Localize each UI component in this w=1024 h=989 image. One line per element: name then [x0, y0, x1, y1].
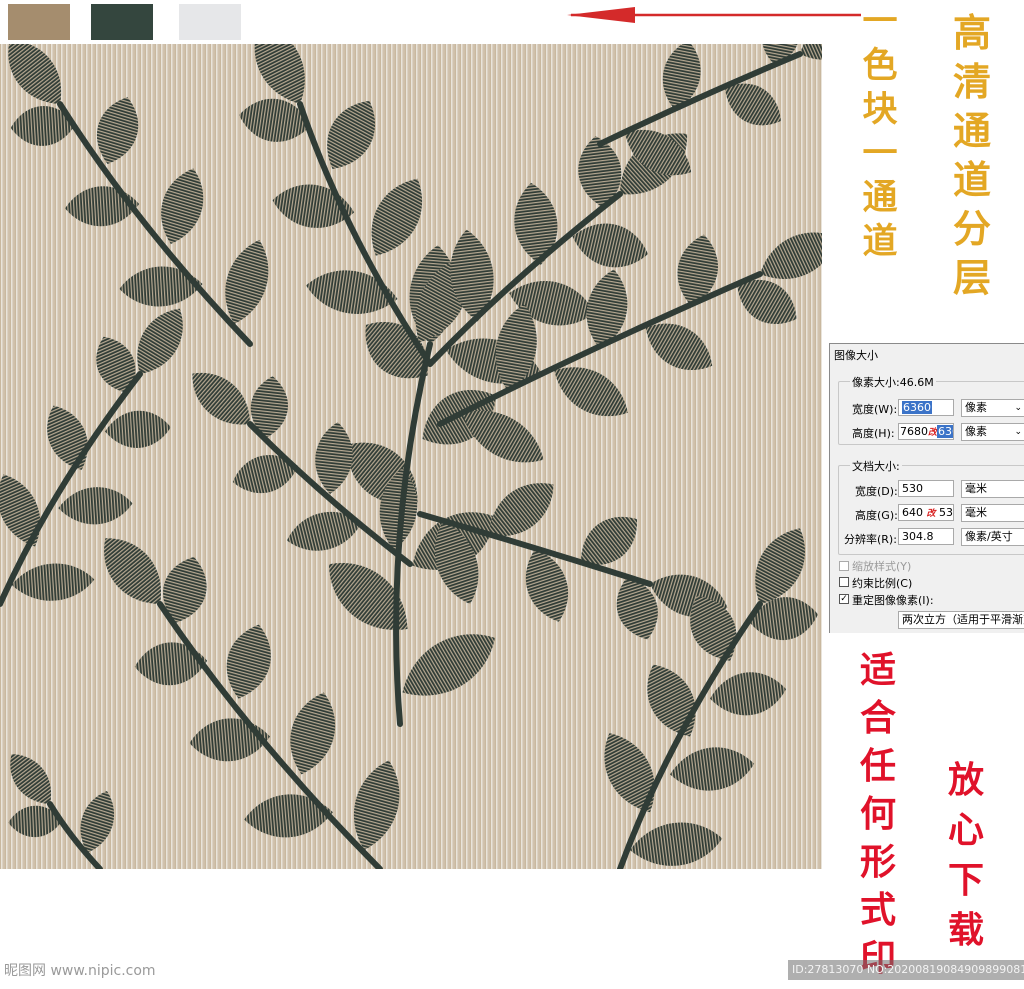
caption-char: 何 [859, 793, 896, 835]
width-value: 6360 [902, 401, 932, 414]
resolution-label: 分辨率(R): [844, 533, 897, 546]
chevron-down-icon: ⌄ [1014, 403, 1022, 413]
caption-char: 道 [862, 221, 898, 262]
watermark-site: 昵图网 www.nipic.com [4, 963, 156, 979]
resolution-unit: 像素/英寸 [965, 530, 1013, 543]
doc-height-value-old: 640 [902, 506, 923, 519]
dialog-title: 图像大小 [834, 349, 878, 362]
caption-char: 载 [947, 909, 984, 951]
scale-styles-checkbox[interactable] [839, 561, 849, 571]
resolution-input[interactable]: 304.8 [898, 528, 954, 545]
watermark-id: ID:27813070 NO:20200819084909899081 [788, 960, 1024, 980]
scale-styles-label: 缩放样式(Y) [852, 560, 912, 573]
caption-any-print: 适合任何形式印 [856, 652, 900, 982]
color-swatch-light-gray [179, 4, 241, 40]
height-value-new: 6360 [937, 425, 953, 438]
height-input[interactable]: 7680改6360 [898, 423, 954, 440]
caption-char: 放 [947, 759, 984, 801]
image-size-dialog: 图像大小 像素大小:46.6M 宽度(W): 6360 像素 ⌄ 高度(H): 7… [829, 343, 1024, 633]
doc-height-label: 高度(G): [855, 509, 898, 522]
caption-char: 一 [862, 133, 898, 174]
left-arrow-icon [567, 7, 861, 23]
resolution-value: 304.8 [902, 530, 934, 543]
caption-hd-channel-layers: 高清通道分层 [950, 14, 994, 304]
caption-char: 形 [859, 841, 896, 883]
doc-height-unit: 毫米 [965, 506, 987, 519]
caption-char: 清 [952, 59, 991, 104]
doc-width-unit: 毫米 [965, 482, 987, 495]
caption-char: 通 [862, 177, 898, 218]
doc-width-label: 宽度(D): [855, 485, 898, 498]
caption-download-safe: 放心下载 [944, 762, 988, 962]
width-label: 宽度(W): [852, 403, 898, 416]
doc-width-input[interactable]: 530 [898, 480, 954, 497]
height-value-old: 7680 [900, 425, 928, 438]
caption-char: 一 [862, 1, 898, 42]
caption-char: 色 [862, 45, 898, 86]
caption-char: 任 [859, 745, 896, 787]
caption-char: 块 [862, 89, 898, 130]
height-label: 高度(H): [852, 427, 895, 440]
width-unit-select[interactable]: 像素 ⌄ [961, 399, 1024, 417]
doc-height-value-new: 530 [939, 506, 954, 519]
chevron-down-icon: ⌄ [1014, 427, 1022, 437]
caption-char: 通 [952, 108, 991, 153]
width-unit: 像素 [965, 401, 987, 414]
color-swatch-dark-green [91, 4, 153, 40]
resample-method-select[interactable]: 两次立方（适用于平滑渐变 [898, 611, 1024, 629]
doc-height-unit-select[interactable]: 毫米 [961, 504, 1024, 522]
doc-height-input[interactable]: 640 改 530 [898, 504, 954, 521]
constrain-proportions-label: 约束比例(C) [852, 577, 913, 590]
caption-char: 道 [952, 157, 991, 202]
height-unit-select[interactable]: 像素 ⌄ [961, 423, 1024, 441]
pixel-dimensions-label: 像素大小:46.6M [850, 374, 936, 390]
caption-char: 分 [952, 206, 991, 251]
document-size-label: 文档大小: [850, 458, 902, 474]
resample-method: 两次立方（适用于平滑渐变 [902, 613, 1024, 626]
leaf-pattern-image [0, 44, 822, 869]
width-input[interactable]: 6360 [898, 399, 954, 416]
resample-label: 重定图像像素(I): [852, 594, 934, 607]
caption-char: 下 [947, 859, 984, 901]
caption-char: 适 [859, 649, 896, 691]
caption-char: 层 [952, 255, 991, 300]
height-unit: 像素 [965, 425, 987, 438]
doc-height-edit-mark: 改 [926, 509, 936, 519]
caption-char: 合 [859, 697, 896, 739]
height-edit-mark: 改 [928, 428, 938, 438]
caption-char: 式 [859, 889, 896, 931]
color-swatch-tan [8, 4, 70, 40]
caption-one-block-one-channel: 一色块一通道 [858, 4, 902, 274]
caption-char: 心 [947, 809, 984, 851]
caption-char: 高 [952, 10, 991, 55]
resample-checkbox[interactable]: ✓ [839, 594, 849, 604]
resolution-unit-select[interactable]: 像素/英寸 [961, 528, 1024, 546]
constrain-proportions-checkbox[interactable] [839, 577, 849, 587]
doc-width-unit-select[interactable]: 毫米 [961, 480, 1024, 498]
doc-width-value: 530 [902, 482, 923, 495]
